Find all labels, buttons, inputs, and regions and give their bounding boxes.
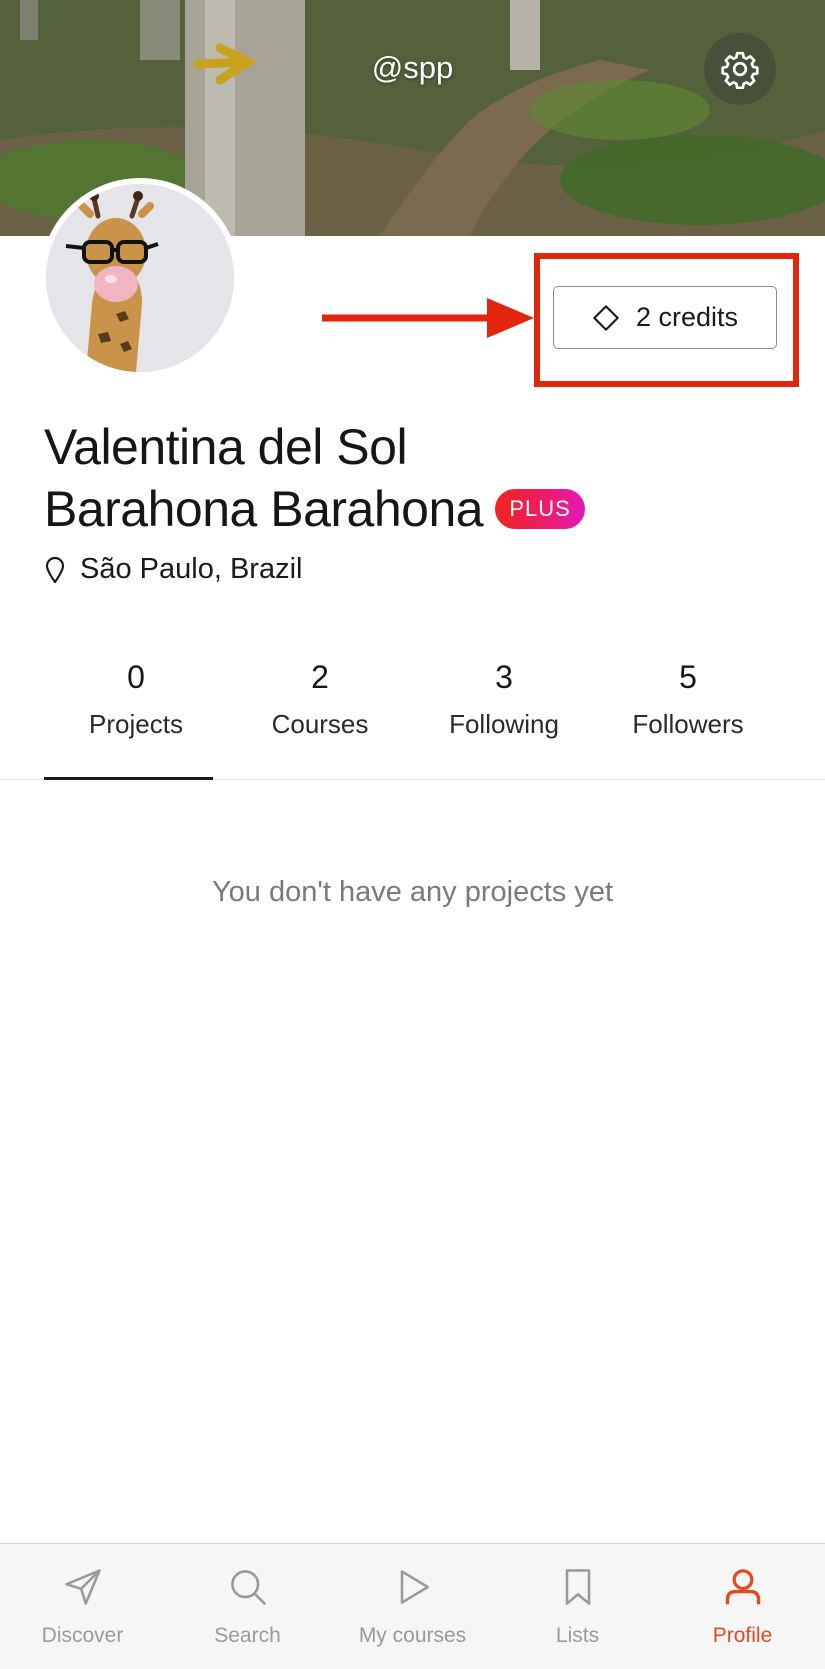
play-icon bbox=[400, 1570, 429, 1604]
stat-value: 2 bbox=[311, 659, 329, 695]
send-icon bbox=[64, 1569, 101, 1605]
username: @spp bbox=[371, 50, 454, 85]
credits-button[interactable]: 2 credits bbox=[553, 286, 777, 349]
stat-value: 5 bbox=[679, 659, 697, 695]
bottom-nav: Discover Search My courses Lists Profile bbox=[0, 1543, 825, 1669]
search-icon bbox=[230, 1570, 266, 1605]
giraffe-avatar-illustration bbox=[46, 184, 234, 372]
nav-discover[interactable]: Discover bbox=[0, 1544, 165, 1669]
nav-profile[interactable]: Profile bbox=[660, 1544, 825, 1669]
location-pin-icon bbox=[45, 556, 65, 583]
nav-label: My courses bbox=[358, 1624, 467, 1647]
stat-label: Followers bbox=[632, 709, 744, 739]
bookmark-icon bbox=[565, 1569, 590, 1605]
nav-search[interactable]: Search bbox=[165, 1544, 330, 1669]
nav-label: Lists bbox=[555, 1624, 600, 1647]
location-label: São Paulo, Brazil bbox=[80, 553, 303, 585]
avatar[interactable] bbox=[40, 178, 240, 378]
profile-name: Valentina del Sol Barahona Barahona PLUS bbox=[44, 416, 586, 540]
tab-followers[interactable]: 5 Followers bbox=[596, 652, 780, 746]
annotation-arrow bbox=[322, 298, 534, 338]
stats-tabs: 0 Projects 2 Courses 3 Following 5 Follo… bbox=[44, 652, 780, 746]
tab-courses[interactable]: 2 Courses bbox=[228, 652, 412, 746]
nav-label: Discover bbox=[41, 1624, 124, 1647]
location: São Paulo, Brazil bbox=[44, 553, 302, 586]
diamond-icon bbox=[593, 304, 619, 331]
profile-name-line2: Barahona Barahona bbox=[44, 481, 484, 537]
plus-badge: PLUS bbox=[495, 488, 586, 529]
stat-value: 0 bbox=[127, 659, 145, 695]
nav-my-courses[interactable]: My courses bbox=[330, 1544, 495, 1669]
stat-value: 3 bbox=[495, 659, 513, 695]
stat-label: Projects bbox=[89, 709, 183, 739]
nav-label: Search bbox=[214, 1624, 281, 1647]
tab-projects[interactable]: 0 Projects bbox=[44, 652, 228, 746]
profile-name-line2-row: Barahona Barahona PLUS bbox=[44, 478, 586, 540]
nav-label: Profile bbox=[712, 1624, 773, 1647]
user-icon bbox=[725, 1569, 760, 1605]
active-tab-indicator bbox=[44, 777, 213, 780]
tab-following[interactable]: 3 Following bbox=[412, 652, 596, 746]
settings-button[interactable] bbox=[704, 33, 776, 105]
empty-state-message: You don't have any projects yet bbox=[211, 876, 614, 908]
profile-name-line1: Valentina del Sol bbox=[44, 419, 408, 475]
nav-lists[interactable]: Lists bbox=[495, 1544, 660, 1669]
gear-icon bbox=[721, 51, 759, 89]
stat-label: Following bbox=[449, 709, 559, 739]
avatar-image bbox=[46, 184, 234, 372]
stat-label: Courses bbox=[271, 709, 369, 739]
credits-label: 2 credits bbox=[635, 302, 739, 332]
